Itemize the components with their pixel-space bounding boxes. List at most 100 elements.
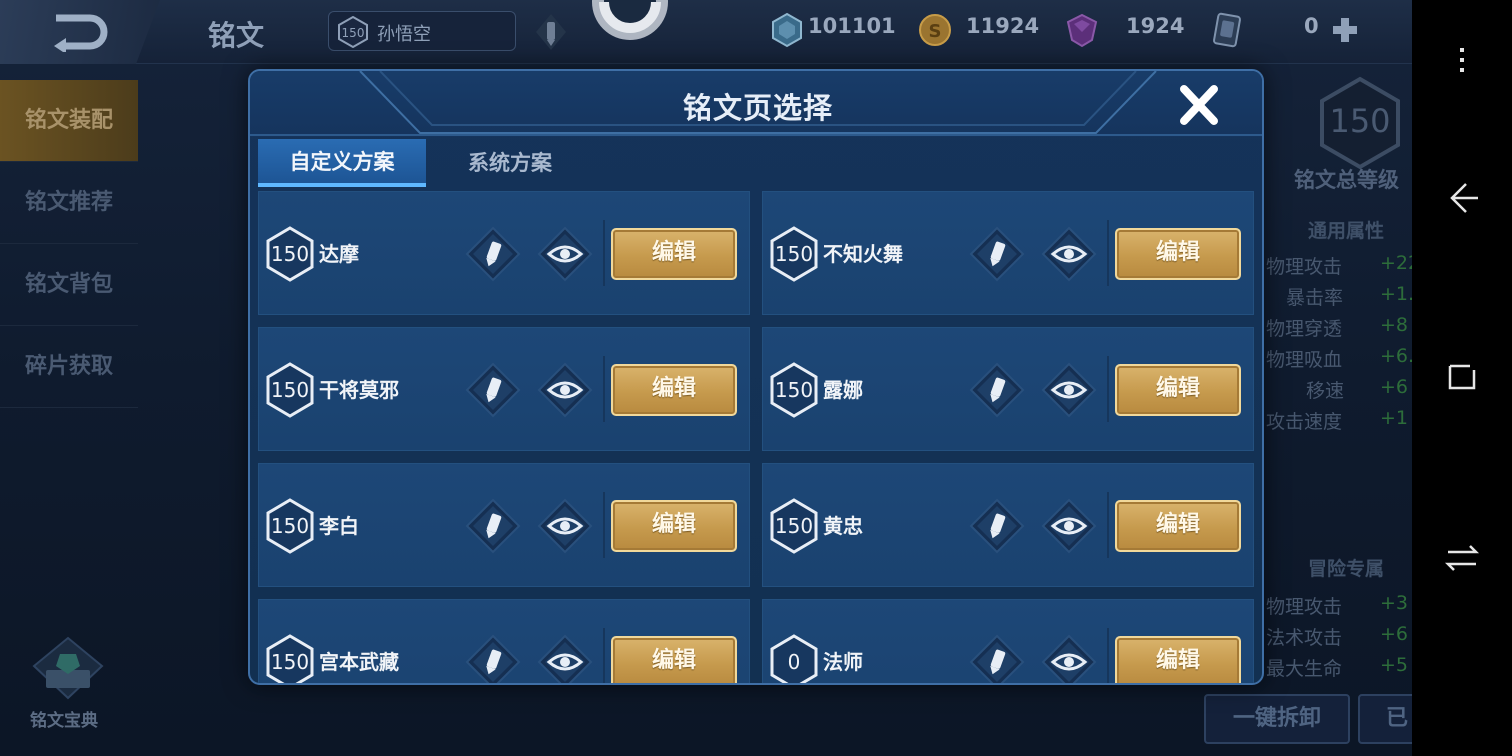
edit-button[interactable]: 编辑	[1115, 636, 1241, 683]
edit-button[interactable]: 编辑	[1115, 364, 1241, 416]
general-stats-title: 通用属性	[1308, 220, 1385, 242]
rename-pen-icon[interactable]	[969, 634, 1025, 685]
hero-selector[interactable]: 150 孙悟空	[328, 11, 516, 51]
divider	[1107, 628, 1109, 683]
rune-page-card[interactable]: 150 不知火舞 编辑	[762, 191, 1254, 315]
rune-page-name: 达摩	[319, 242, 359, 266]
stat-value: +1.	[1380, 283, 1415, 305]
tab-custom-scheme[interactable]: 自定义方案	[258, 139, 426, 187]
stat-value: +5	[1380, 654, 1409, 676]
rename-pen-icon[interactable]	[969, 498, 1025, 554]
rune-page-name: 不知火舞	[823, 242, 903, 266]
edit-button[interactable]: 编辑	[611, 636, 737, 683]
rune-page-card[interactable]: 150 黄忠 编辑	[762, 463, 1254, 587]
stat-value: +1	[1380, 407, 1409, 429]
rune-page-card[interactable]: 150 露娜 编辑	[762, 327, 1254, 451]
preview-eye-icon[interactable]	[537, 498, 593, 554]
svg-text:150: 150	[271, 242, 309, 266]
rune-page-card[interactable]: 150 干将莫邪 编辑	[258, 327, 750, 451]
rune-book-icon[interactable]	[28, 636, 108, 702]
gold-coin-icon: S	[919, 14, 951, 46]
rename-pen-icon[interactable]	[969, 362, 1025, 418]
rename-pen-icon[interactable]	[465, 634, 521, 685]
preview-eye-icon[interactable]	[1041, 362, 1097, 418]
divider	[603, 356, 605, 422]
stat-value: +6	[1380, 623, 1409, 645]
svg-text:150: 150	[271, 378, 309, 402]
rune-page-card[interactable]: 150 宫本武藏 编辑	[258, 599, 750, 685]
card-icon	[1213, 12, 1241, 48]
loading-spinner-icon	[592, 0, 668, 40]
preview-eye-icon[interactable]	[537, 226, 593, 282]
adventure-stats-title: 冒险专属	[1308, 558, 1385, 580]
stat-value: +6	[1380, 376, 1409, 398]
rename-pen-icon[interactable]	[465, 226, 521, 282]
svg-text:150: 150	[271, 650, 309, 674]
level-hex-icon: 150	[266, 226, 314, 282]
rune-page-select-dialog: 铭文页选择 自定义方案 系统方案 150 达摩 编辑 150 不知火舞 编辑 150 干将莫邪…	[248, 69, 1264, 685]
recent-apps-icon[interactable]	[1442, 358, 1482, 398]
rename-pen-icon[interactable]	[534, 12, 568, 52]
dialog-header: 铭文页选择	[250, 71, 1262, 137]
stat-name: 攻击速度	[1266, 411, 1343, 433]
add-card-icon[interactable]	[1330, 12, 1360, 48]
edit-button[interactable]: 编辑	[611, 228, 737, 280]
total-level-hex-icon: 150	[1320, 76, 1400, 170]
tab-system-scheme[interactable]: 系统方案	[426, 139, 594, 187]
card-count: 0	[1304, 14, 1319, 38]
svg-text:150: 150	[1329, 102, 1390, 140]
dialog-title: 铭文页选择	[682, 91, 833, 125]
preview-eye-icon[interactable]	[1041, 226, 1097, 282]
menu-item-shard-acquire[interactable]: 碎片获取	[0, 326, 138, 408]
rune-page-card[interactable]: 150 李白 编辑	[258, 463, 750, 587]
svg-text:0: 0	[788, 650, 801, 674]
one-click-dismantle-button[interactable]: 一键拆卸	[1204, 694, 1350, 744]
level-hex-icon: 150	[770, 362, 818, 418]
preview-eye-icon[interactable]	[1041, 498, 1097, 554]
rune-page-card[interactable]: 150 达摩 编辑	[258, 191, 750, 315]
menu-dots-icon[interactable]	[1442, 40, 1482, 80]
menu-item-rune-equip[interactable]: 铭文装配	[0, 80, 138, 162]
stat-name: 法术攻击	[1266, 627, 1343, 649]
divider	[603, 220, 605, 286]
back-button[interactable]	[0, 0, 160, 64]
diamond-count: 101101	[808, 14, 896, 38]
page-title: 铭文	[208, 19, 265, 52]
menu-item-rune-bag[interactable]: 铭文背包	[0, 244, 138, 326]
divider	[1107, 356, 1109, 422]
menu-item-rune-recommend[interactable]: 铭文推荐	[0, 162, 138, 244]
level-hex-icon: 150	[266, 498, 314, 554]
rename-pen-icon[interactable]	[465, 362, 521, 418]
rune-book-label: 铭文宝典	[30, 711, 98, 731]
left-menu: 铭文装配 铭文推荐 铭文背包 碎片获取	[0, 80, 138, 408]
close-icon[interactable]	[1176, 83, 1222, 127]
partial-button[interactable]: 已	[1358, 694, 1418, 744]
rune-page-list[interactable]: 150 达摩 编辑 150 不知火舞 编辑 150 干将莫邪 编辑 150 露娜 编辑 150 李白 编辑 1…	[258, 187, 1258, 685]
total-level-title: 铭文总等级	[1294, 168, 1399, 192]
divider	[1107, 220, 1109, 286]
rune-page-card[interactable]: 0 法师 编辑	[762, 599, 1254, 685]
hero-name: 孙悟空	[377, 24, 431, 45]
preview-eye-icon[interactable]	[1041, 634, 1097, 685]
edit-button[interactable]: 编辑	[1115, 500, 1241, 552]
preview-eye-icon[interactable]	[537, 634, 593, 685]
rename-pen-icon[interactable]	[969, 226, 1025, 282]
edit-button[interactable]: 编辑	[611, 364, 737, 416]
edit-button[interactable]: 编辑	[611, 500, 737, 552]
stat-value: +6.	[1380, 345, 1415, 367]
divider	[603, 628, 605, 683]
svg-text:150: 150	[775, 242, 813, 266]
edit-button[interactable]: 编辑	[1115, 228, 1241, 280]
rune-page-name: 宫本武藏	[319, 650, 399, 674]
stat-name: 物理穿透	[1266, 318, 1343, 340]
rename-pen-icon[interactable]	[465, 498, 521, 554]
stat-name: 物理攻击	[1266, 596, 1343, 618]
stat-name: 暴击率	[1286, 287, 1344, 309]
preview-eye-icon[interactable]	[537, 362, 593, 418]
switch-icon[interactable]	[1442, 538, 1482, 578]
level-hex-icon: 150	[266, 634, 314, 683]
rune-page-name: 干将莫邪	[319, 378, 399, 402]
back-arrow-icon[interactable]	[1442, 178, 1482, 218]
level-hex-icon: 150	[338, 16, 368, 48]
svg-text:S: S	[929, 21, 942, 42]
